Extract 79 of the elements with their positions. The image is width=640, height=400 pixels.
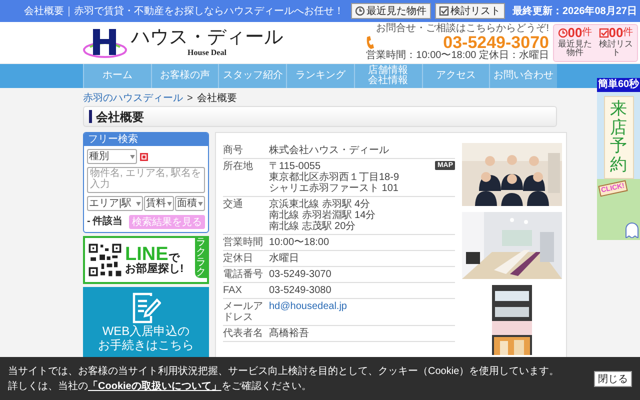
row-label: 営業時間 (223, 237, 264, 248)
contact-lead: お問合せ・ご相談はこちらからどうぞ! (376, 24, 549, 34)
row-value: 南北線 志茂駅 20分 (269, 221, 356, 232)
banner-text: お手続きはこちら (98, 338, 194, 352)
select-field[interactable]: 賃料 (144, 196, 174, 211)
banner-title: 来店予約 (610, 100, 627, 175)
cookie-text: 詳しくは、当社の (8, 380, 88, 392)
row-value: 03-5249-3080 (269, 285, 332, 296)
badge-label: ラクラク (195, 238, 207, 278)
clock-icon (354, 6, 364, 16)
close-button[interactable]: 閉じる (594, 370, 632, 386)
row-value: 10:00〜18:00 (269, 237, 330, 248)
header-button[interactable]: 最近見た物件 (350, 3, 430, 19)
row-value: 03-5249-3070 (269, 269, 332, 280)
banner-text: WEB入居申込の (102, 324, 190, 338)
row-label: 交通 (223, 199, 244, 212)
counter-button[interactable]: 00件 最近見た物件 (555, 24, 595, 60)
counter-button[interactable]: 00件 検討リスト (596, 24, 636, 60)
row-label: メールアドレス (223, 301, 264, 323)
breadcrumb-current: 会社概要 (196, 92, 237, 106)
last-updated: 最終更新：2026年08月27日 (512, 4, 637, 18)
row-label: 電話番号 (223, 269, 264, 280)
row-value: 〒115-0055 (269, 161, 321, 172)
select-field[interactable]: エリア|駅 (87, 196, 143, 211)
row-label: FAX (223, 285, 243, 296)
line-banner[interactable]: LINEで お部屋探し! ラクラク (83, 236, 209, 284)
cookie-policy-link[interactable]: 「Cookieの取扱いについて」 (88, 380, 222, 392)
logo-icon (82, 26, 128, 58)
row-label: 商号 (223, 145, 244, 156)
counter-label: 検討リスト (599, 40, 633, 58)
cookie-text: 当サイトでは、お客様の当サイト利用状況把握、サービス向上検討を目的として、クッキー（Cookie）を使用しています。 (8, 364, 560, 378)
qr-code-icon (87, 242, 123, 278)
row-label: 代表者名 (223, 328, 264, 339)
count-number: 00 (608, 26, 624, 39)
tagline: 会社概要｜赤羽で賃貸・不動産をお探しならハウスディールへお任せ！ (24, 4, 344, 18)
select-field[interactable]: 面積 (175, 196, 205, 211)
count-unit: 件 (623, 28, 634, 38)
row-value: 東京都北区赤羽西１丁目18-9 (269, 172, 400, 183)
row-value: 水曜日 (269, 253, 299, 264)
breadcrumb-separator: > (187, 92, 193, 106)
phone-icon (366, 36, 374, 49)
checkbox-icon (598, 28, 609, 38)
checkbox-icon (438, 6, 448, 16)
row-value: 髙橋裕吾 (269, 328, 309, 339)
logo-subtitle: House Deal (188, 49, 226, 57)
page-title: 会社概要 (96, 108, 144, 126)
clock-icon (558, 28, 568, 38)
row-value: 京浜東北線 赤羽駅 4分 (269, 199, 370, 210)
header-button[interactable]: 検討リスト (434, 3, 504, 19)
count-unit: 件 (582, 28, 592, 38)
banner-tag: 簡単60秒 (597, 78, 640, 92)
row-value: 南北線 赤羽岩淵駅 14分 (269, 210, 376, 221)
cookie-text: をご確認ください。 (221, 380, 312, 392)
breadcrumb-link[interactable]: 赤羽のハウスディール (83, 90, 183, 106)
keyword-field[interactable]: 物件名, エリア名, 駅名を入力 (87, 167, 205, 193)
caret-icon (198, 202, 203, 206)
square-icon (140, 152, 148, 160)
counter-label: 最近見た物件 (558, 40, 592, 58)
row-value: シャリエ赤羽ファースト 101 (269, 183, 398, 194)
select-field[interactable]: 種別 (87, 149, 137, 164)
row-label: 定休日 (223, 253, 254, 264)
caret-icon (130, 154, 135, 158)
line-suffix: で (168, 253, 180, 264)
panel-title: フリー検索 (84, 133, 208, 146)
row-value: 株式会社ハウス・ディール (269, 145, 389, 156)
result-count: - (87, 215, 90, 229)
logo-text: ハウス・ディール (131, 28, 283, 47)
caret-icon (136, 202, 141, 206)
mascot-icon (625, 222, 639, 238)
phone-number: 03-5249-3070 (443, 34, 549, 51)
email-link[interactable]: hd@housedeal.jp (269, 301, 347, 312)
count-number: 00 (568, 26, 582, 39)
line-banner-text: お部屋探し! (125, 264, 185, 275)
document-pen-icon (131, 292, 161, 324)
result-label: 件該当 (92, 214, 122, 229)
row-label: 所在地 (223, 161, 254, 174)
line-logo-text: LINE (125, 245, 168, 264)
business-hours: 営業時間：10:00〜18:00 定休日：水曜日 (366, 51, 549, 61)
caret-icon (167, 202, 172, 206)
